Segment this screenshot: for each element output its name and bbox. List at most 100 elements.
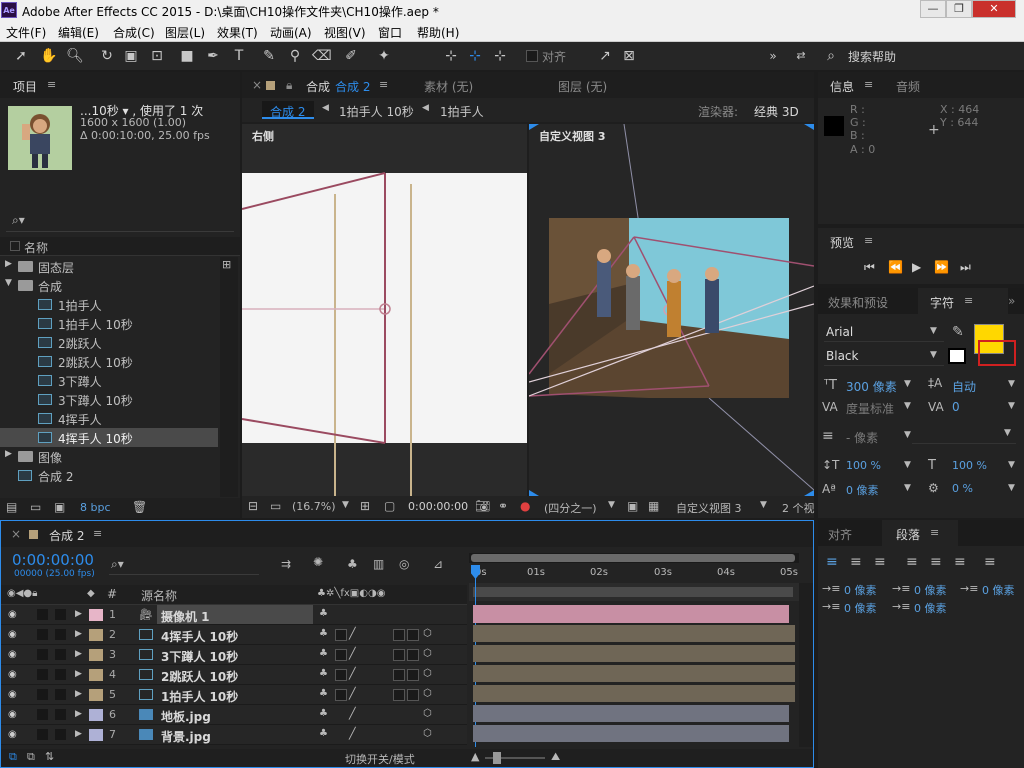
view-custom-3[interactable]: 自定义视图 3 xyxy=(529,124,814,496)
layer-duration-bar[interactable] xyxy=(473,625,795,642)
tab-paragraph[interactable]: 段落 xyxy=(896,526,920,543)
layer-label-color[interactable] xyxy=(89,669,103,681)
justify-center-icon[interactable]: ≡ xyxy=(930,554,942,570)
layer-duration-bar[interactable] xyxy=(473,645,795,662)
paragraph-menu-icon[interactable]: ≡ xyxy=(930,526,939,539)
fast-previews-icon[interactable]: ▣ xyxy=(627,499,638,513)
layer-label-color[interactable] xyxy=(89,729,103,741)
frame-blending-icon[interactable]: ▥ xyxy=(373,557,384,571)
toggle-grid-icon[interactable]: ▦ xyxy=(648,499,659,513)
puppet-tool-icon[interactable]: ✦ xyxy=(375,47,393,65)
3d-layer-icon[interactable]: ⬡ xyxy=(423,728,432,739)
toggle-switches-modes-button[interactable]: 切换开关/模式 xyxy=(345,751,415,767)
list-item[interactable]: 合成 2 xyxy=(0,466,218,485)
view-layout-select[interactable]: 2 个视 xyxy=(782,500,815,516)
comp-mini-flowchart-icon[interactable]: ⇉ xyxy=(281,557,291,571)
menu-window[interactable]: 窗口 xyxy=(378,24,402,41)
previous-frame-icon[interactable]: ⏪ xyxy=(888,260,903,274)
sync-settings-icon[interactable]: ⇄ xyxy=(792,47,810,65)
font-family-select[interactable]: Arial ▼ xyxy=(824,324,944,342)
transfer-controls-icon[interactable]: ⧉ xyxy=(27,750,35,764)
character-menu-icon[interactable]: ≡ xyxy=(964,294,973,307)
close-tab-icon[interactable]: × xyxy=(252,78,262,92)
color-channel-icon[interactable]: ● xyxy=(520,499,530,513)
baseline-shift-field[interactable]: 0 像素 xyxy=(846,482,879,498)
quality-switch-icon[interactable]: ╱ xyxy=(349,627,356,640)
expand-panel-icon[interactable]: » xyxy=(1008,294,1015,308)
tab-layer[interactable]: 图层 (无) xyxy=(558,78,607,95)
transparency-grid-icon[interactable]: ▢ xyxy=(384,499,395,513)
list-item-selected[interactable]: 4挥手人 10秒 xyxy=(0,428,218,447)
world-axis-icon[interactable]: ⊹ xyxy=(466,47,484,65)
menu-effect[interactable]: 效果(T) xyxy=(217,24,258,41)
hand-tool-icon[interactable]: ✋ xyxy=(40,47,58,65)
time-ruler[interactable]: 0s 01s 02s 03s 04s 05s xyxy=(469,565,799,583)
font-size-field[interactable]: 300 像素 xyxy=(846,378,897,395)
project-tab[interactable]: 项目 xyxy=(13,78,37,95)
timeline-menu-icon[interactable]: ≡ xyxy=(93,527,102,540)
list-item[interactable]: 1拍手人 xyxy=(0,295,218,314)
maximize-button[interactable]: ❐ xyxy=(946,0,972,18)
tab-footage[interactable]: 素材 (无) xyxy=(424,78,473,95)
quality-switch-icon[interactable]: ╱ xyxy=(349,647,356,660)
quality-switch-icon[interactable]: ╱ xyxy=(349,667,356,680)
stroke-type-select[interactable]: ▼ xyxy=(912,426,1016,444)
new-composition-icon[interactable]: ▣ xyxy=(54,500,65,514)
eye-icon[interactable]: ◉ xyxy=(8,669,17,680)
viewer-menu-icon[interactable]: ≡ xyxy=(379,78,388,91)
rectangle-tool-icon[interactable]: ■ xyxy=(178,47,196,65)
project-scrollbar[interactable]: ⊞ xyxy=(220,257,238,497)
bpc-button[interactable]: 8 bpc xyxy=(80,501,111,514)
layer-label-color[interactable] xyxy=(89,609,103,621)
new-folder-icon[interactable]: ▭ xyxy=(30,500,41,514)
layer-duration-bar[interactable] xyxy=(473,665,795,682)
3d-layer-icon[interactable]: ⬡ xyxy=(423,708,432,719)
shy-switch-icon[interactable]: ♣ xyxy=(319,688,328,699)
font-style-select[interactable]: Black ▼ xyxy=(824,348,944,366)
list-item[interactable]: 3下蹲人 10秒 xyxy=(0,390,218,409)
list-item[interactable]: ▶ 固态层 xyxy=(0,257,218,276)
eye-icon[interactable]: ◉ xyxy=(8,729,17,740)
tab-info[interactable]: 信息 xyxy=(830,78,854,95)
quality-switch-icon[interactable]: ╱ xyxy=(349,687,356,700)
in-out-panes-icon[interactable]: ⇅ xyxy=(45,750,54,763)
tab-timeline-comp[interactable]: 合成 2 xyxy=(49,527,84,544)
tab-composition[interactable]: 合成 2 xyxy=(335,78,370,95)
type-tool-icon[interactable]: T xyxy=(230,47,248,65)
menu-help[interactable]: 帮助(H) xyxy=(417,24,459,41)
tab-preview[interactable]: 预览 xyxy=(830,234,854,251)
tsume-field[interactable]: 0 % xyxy=(952,482,973,495)
3d-layer-icon[interactable]: ⬡ xyxy=(423,628,432,639)
interpret-footage-icon[interactable]: ▤ xyxy=(6,500,17,514)
list-item[interactable]: 1拍手人 10秒 xyxy=(0,314,218,333)
list-item[interactable]: ▼ 合成 xyxy=(0,276,218,295)
timeline-scrollbar[interactable] xyxy=(799,583,813,747)
shy-switch-icon[interactable]: ♣ xyxy=(319,708,328,719)
justify-right-icon[interactable]: ≡ xyxy=(954,554,966,570)
graph-editor-icon[interactable]: ⊿ xyxy=(433,557,443,571)
list-item[interactable]: 4挥手人 xyxy=(0,409,218,428)
name-column-header[interactable]: 名称 xyxy=(24,239,48,256)
kerning-field[interactable]: 度量标准 xyxy=(846,400,894,417)
3d-layer-icon[interactable]: ⬡ xyxy=(423,648,432,659)
source-name-header[interactable]: 源名称 xyxy=(141,587,177,604)
menu-layer[interactable]: 图层(L) xyxy=(165,24,205,41)
minimize-button[interactable]: — xyxy=(920,0,946,18)
draft-3d-icon[interactable]: ✺ xyxy=(313,555,323,569)
align-left-icon[interactable]: ≡ xyxy=(826,554,838,570)
rotate-tool-icon[interactable]: ↻ xyxy=(98,47,116,65)
layer-duration-bar[interactable] xyxy=(473,725,789,742)
table-row[interactable]: ◉ ▶ 3 3下蹲人 10秒 ♣ ╱ ⬡ xyxy=(1,645,467,665)
selection-tool-icon[interactable]: ➚ xyxy=(12,47,30,65)
shy-switch-icon[interactable]: ♣ xyxy=(319,668,328,679)
tab-composition-prefix[interactable]: 合成 xyxy=(306,78,330,95)
align-right-icon[interactable]: ≡ xyxy=(874,554,886,570)
tab-audio[interactable]: 音频 xyxy=(896,78,920,95)
camera-tool-icon[interactable]: ▣ xyxy=(122,47,140,65)
leading-field[interactable]: 自动 xyxy=(952,378,976,395)
3d-layer-icon[interactable]: ⬡ xyxy=(423,668,432,679)
region-of-interest-icon[interactable]: ⊞ xyxy=(360,499,370,513)
view-axis-icon[interactable]: ⊹ xyxy=(491,47,509,65)
info-menu-icon[interactable]: ≡ xyxy=(864,78,873,91)
table-row[interactable]: ◉ ▶ 4 2跳跃人 10秒 ♣ ╱ ⬡ xyxy=(1,665,467,685)
